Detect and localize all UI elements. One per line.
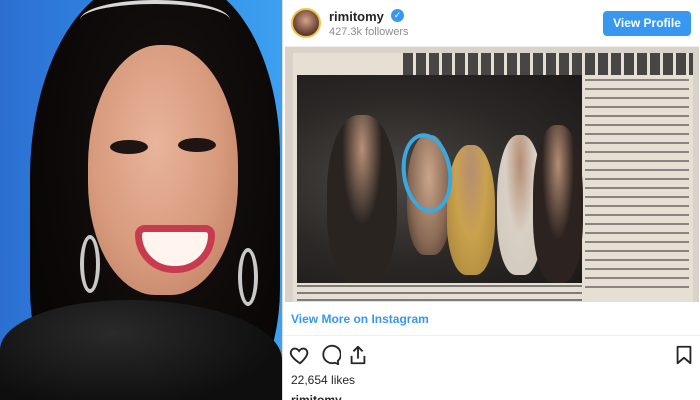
bookmark-icon[interactable] — [673, 344, 695, 366]
heart-icon[interactable] — [289, 344, 311, 366]
followers-count: 427.3k followers — [329, 26, 409, 38]
view-profile-button[interactable]: View Profile — [603, 11, 691, 36]
photo-eye-right — [178, 138, 216, 152]
newspaper-column-text — [585, 79, 689, 294]
comment-bubble-icon[interactable] — [319, 344, 342, 366]
divider — [283, 335, 700, 336]
newspaper-caption — [297, 285, 582, 301]
newspaper-clipping — [293, 53, 693, 302]
caption-username[interactable]: rimitomy — [291, 393, 342, 400]
instagram-embed: rimitomy ✓ 427.3k followers View Profile… — [282, 0, 700, 400]
photo-hairband — [80, 0, 230, 40]
action-bar — [289, 344, 699, 366]
portrait-photo — [0, 0, 282, 400]
view-more-link[interactable]: View More on Instagram — [291, 312, 429, 326]
photo-earring-right — [238, 248, 258, 306]
photo-earring-left — [80, 235, 100, 293]
verified-badge-icon: ✓ — [391, 9, 404, 22]
embed-header: rimitomy ✓ 427.3k followers View Profile — [283, 0, 700, 46]
newspaper-headline — [403, 53, 693, 75]
photo-person — [447, 145, 495, 275]
post-image[interactable] — [285, 46, 699, 302]
photo-person — [533, 125, 583, 283]
newspaper-photo — [297, 75, 583, 283]
photo-person — [327, 115, 397, 283]
photo-eye-left — [110, 140, 148, 154]
likes-count: 22,654 likes — [291, 373, 356, 387]
share-icon[interactable] — [347, 344, 369, 366]
username-link[interactable]: rimitomy — [329, 9, 384, 24]
avatar[interactable] — [291, 8, 321, 38]
